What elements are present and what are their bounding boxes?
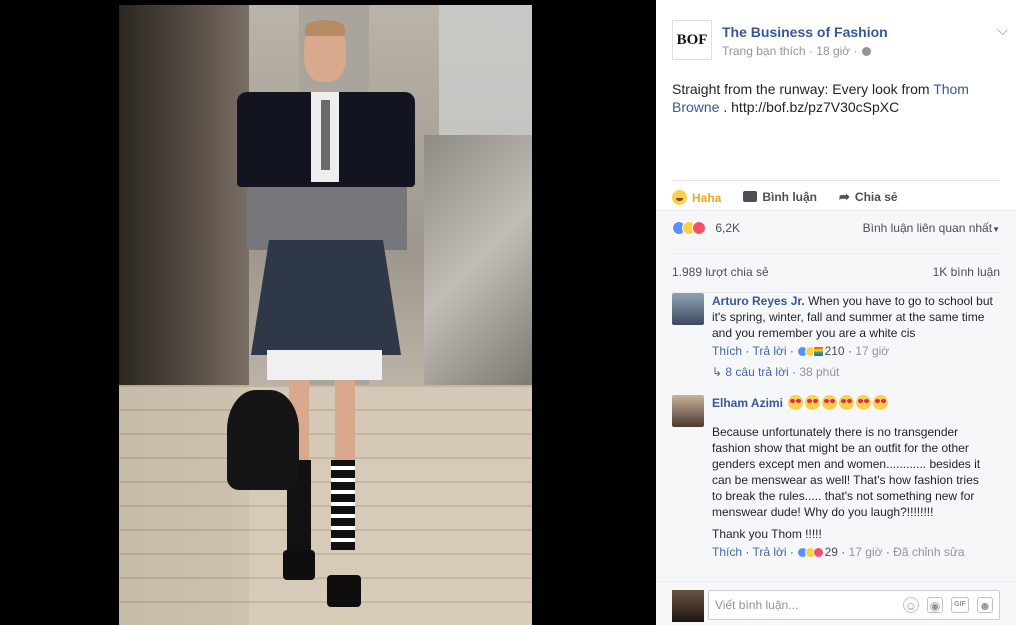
comment-count[interactable]: 1K bình luận [933, 254, 1000, 290]
comment-footer: Thích · Trả lời · 210 · 17 giờ [712, 344, 890, 358]
avatar[interactable] [672, 293, 704, 325]
reactions-row: 6,2K Bình luận liên quan nhất▼ [672, 221, 1000, 241]
camera-icon[interactable]: ◉ [927, 597, 943, 613]
sticker-icon[interactable]: ☻ [977, 597, 993, 613]
haha-icon [672, 189, 687, 205]
haha-button[interactable]: Haha [672, 189, 722, 205]
comment-author[interactable]: Elham Azimi [712, 396, 783, 410]
comment-reactions[interactable]: 29 [797, 545, 838, 559]
post-actions: Haha Bình luận ➦ Chia sẻ [672, 180, 1000, 210]
post-text: Straight from the runway: Every look fro… [672, 80, 992, 116]
share-button[interactable]: ➦ Chia sẻ [839, 189, 898, 205]
comment-time[interactable]: 17 giờ [855, 344, 889, 358]
composer-tools: ☺ ◉ GIF ☻ [903, 597, 993, 613]
photo-marble-pedestal [424, 135, 532, 385]
page-name-link[interactable]: The Business of Fashion [722, 24, 888, 40]
comment-body: Elham Azimi Because unfortunately there … [712, 395, 1002, 542]
comment: Arturo Reyes Jr. When you have to go to … [672, 293, 1000, 383]
post-panel: BOF The Business of Fashion Trang bạn th… [656, 0, 1016, 625]
emoji-icon[interactable]: ☺ [903, 597, 919, 613]
replies-time: 38 phút [799, 365, 840, 379]
comment-time[interactable]: 17 giờ [849, 545, 883, 559]
heart-eyes-icon [839, 395, 855, 410]
globe-icon [861, 47, 871, 56]
heart-eyes-emojis [786, 395, 889, 410]
sort-label: Bình luận liên quan nhất [862, 221, 993, 235]
comment-reactions[interactable]: 210 [797, 344, 845, 358]
photo-glass-case [439, 5, 532, 135]
post-stats: 1.989 lượt chia sẻ 1K bình luận [672, 253, 1000, 293]
heart-eyes-icon [873, 395, 889, 410]
comment-footer: Thích · Trả lời · 29 · 17 giờ · Đã chỉnh… [712, 545, 965, 559]
post-url[interactable]: . http://bof.bz/pz7V30cSpXC [719, 99, 899, 115]
comment-reaction-count: 210 [824, 344, 845, 358]
post-text-before: Straight from the runway: Every look fro… [672, 81, 934, 97]
comment-text: Because unfortunately there is no transg… [712, 425, 981, 519]
love-reaction-icon [692, 221, 706, 235]
love-reaction-icon [813, 547, 825, 558]
reply-button[interactable]: Trả lời [752, 344, 786, 358]
share-label: Chia sẻ [854, 190, 898, 204]
chevron-down-icon[interactable]: ⌵ [997, 22, 1008, 39]
gif-icon[interactable]: GIF [951, 597, 969, 613]
photo-viewer [0, 0, 656, 625]
comment-author[interactable]: Arturo Reyes Jr. [712, 294, 805, 308]
share-count[interactable]: 1.989 lượt chia sẻ [672, 265, 769, 279]
comment-button[interactable]: Bình luận [743, 190, 817, 204]
heart-eyes-icon [805, 395, 821, 410]
heart-eyes-icon [856, 395, 872, 410]
reply-button[interactable]: Trả lời [752, 545, 786, 559]
view-replies-link[interactable]: ↳ 8 câu trả lời · 38 phút [712, 365, 839, 379]
haha-label: Haha [692, 190, 722, 205]
replies-count: 8 câu trả lời [725, 365, 789, 379]
post-meta: Trang bạn thích · 18 giờ · [722, 44, 871, 58]
caret-down-icon: ▼ [992, 225, 1000, 234]
avatar[interactable] [672, 395, 704, 427]
comment: Elham Azimi Because unfortunately there … [672, 395, 1000, 575]
comment-text-2: Thank you Thom !!!!! [712, 527, 822, 541]
comment-composer: Viết bình luận... ☺ ◉ GIF ☻ [656, 581, 1016, 625]
like-comment-button[interactable]: Thích [712, 545, 742, 559]
comment-label: Bình luận [762, 190, 818, 204]
rainbow-flag-icon [813, 346, 825, 357]
post-meta-text: Trang bạn thích · 18 giờ · [722, 44, 858, 58]
share-icon: ➦ [839, 189, 850, 204]
comment-reaction-count: 29 [824, 545, 838, 559]
comment-sort-dropdown[interactable]: Bình luận liên quan nhất▼ [863, 221, 1000, 235]
edited-label[interactable]: Đã chỉnh sửa [893, 545, 964, 559]
feedback-section: 6,2K Bình luận liên quan nhất▼ 1.989 lượ… [656, 210, 1016, 625]
runway-photo[interactable] [119, 5, 532, 625]
comment-input[interactable]: Viết bình luận... ☺ ◉ GIF ☻ [708, 590, 1000, 620]
post-header: BOF The Business of Fashion Trang bạn th… [672, 20, 1008, 64]
comment-body: Arturo Reyes Jr. When you have to go to … [712, 293, 1002, 341]
reply-arrow-icon: ↳ [712, 365, 723, 379]
photo-handbag [227, 390, 299, 490]
comment-icon [743, 191, 758, 202]
like-comment-button[interactable]: Thích [712, 344, 742, 358]
reaction-count: 6,2K [715, 221, 741, 235]
page-logo[interactable]: BOF [672, 20, 712, 60]
reactions-summary[interactable]: 6,2K [672, 221, 740, 235]
heart-eyes-icon [822, 395, 838, 410]
avatar [672, 590, 704, 622]
photo-model [227, 20, 427, 610]
comment-input-placeholder: Viết bình luận... [715, 598, 799, 612]
heart-eyes-icon [788, 395, 804, 410]
